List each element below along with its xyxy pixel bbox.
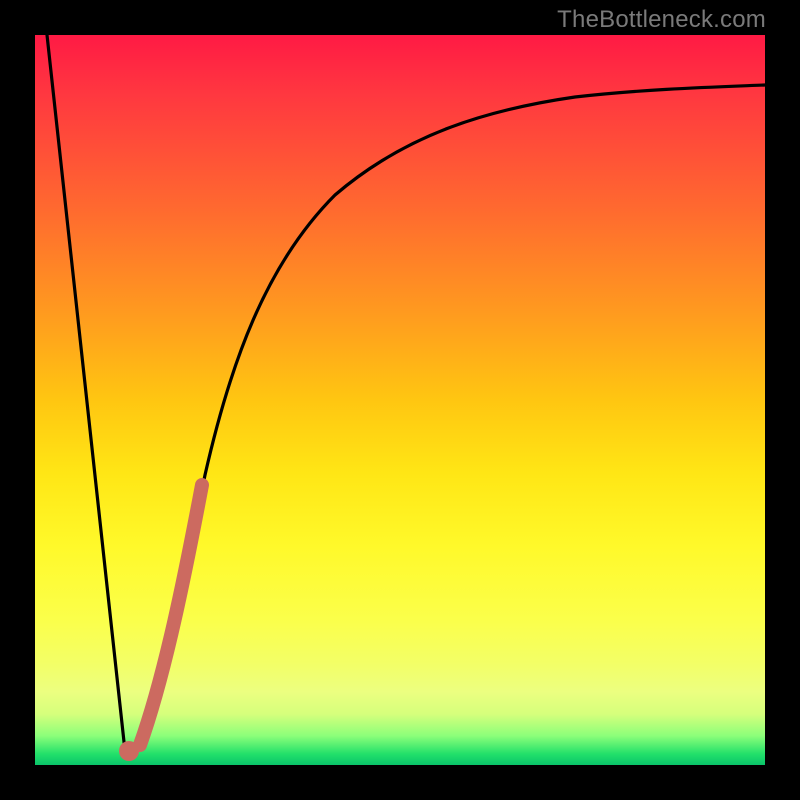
chart-svg bbox=[35, 35, 765, 765]
highlight-dot bbox=[119, 741, 139, 761]
highlight-segment bbox=[140, 485, 202, 745]
chart-frame: TheBottleneck.com bbox=[0, 0, 800, 800]
plot-area bbox=[35, 35, 765, 765]
bottleneck-curve bbox=[47, 35, 765, 751]
watermark-text: TheBottleneck.com bbox=[557, 6, 766, 34]
